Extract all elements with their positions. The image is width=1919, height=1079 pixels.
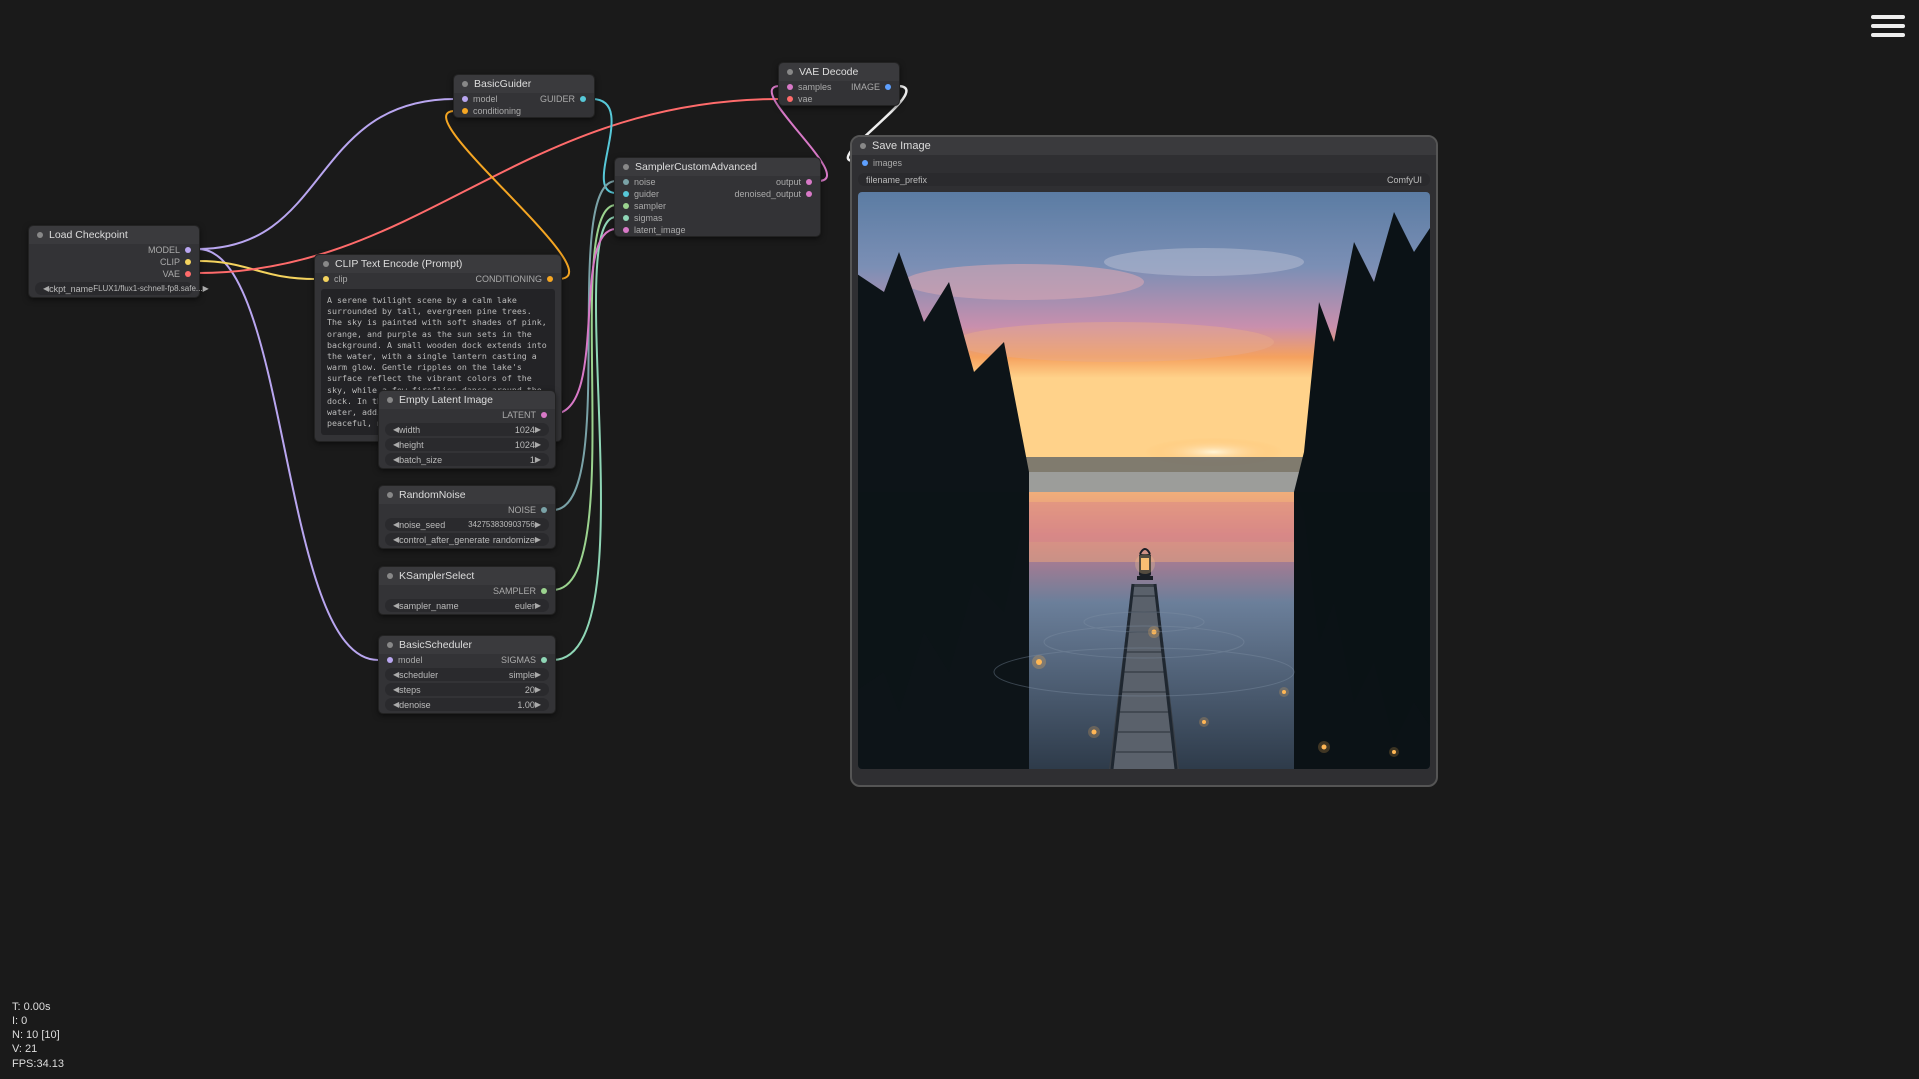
scheduler-widget[interactable]: ◀schedulersimple▶ — [385, 668, 549, 681]
node-title[interactable]: KSamplerSelect — [379, 567, 555, 585]
node-basic-guider[interactable]: BasicGuider model GUIDER conditioning — [453, 74, 595, 118]
width-widget[interactable]: ◀width1024▶ — [385, 423, 549, 436]
control-after-widget[interactable]: ◀control_after_generaterandomize▶ — [385, 533, 549, 546]
node-graph-canvas[interactable]: Load Checkpoint MODEL CLIP VAE ◀ ckpt_na… — [0, 0, 1919, 1079]
node-title[interactable]: VAE Decode — [779, 63, 899, 81]
height-widget[interactable]: ◀height1024▶ — [385, 438, 549, 451]
node-random-noise[interactable]: RandomNoise NOISE ◀noise_seed34275383090… — [378, 485, 556, 549]
steps-widget[interactable]: ◀steps20▶ — [385, 683, 549, 696]
seed-widget[interactable]: ◀noise_seed342753830903756▶ — [385, 518, 549, 531]
menu-icon[interactable] — [1871, 10, 1905, 42]
node-title[interactable]: Empty Latent Image — [379, 391, 555, 409]
output-image[interactable] — [858, 192, 1430, 769]
node-save-image[interactable]: Save Image images filename_prefix ComfyU… — [850, 135, 1438, 787]
node-ksampler-select[interactable]: KSamplerSelect SAMPLER ◀sampler_nameeule… — [378, 566, 556, 615]
node-sampler-custom-advanced[interactable]: SamplerCustomAdvanced noiseoutput guider… — [614, 157, 821, 237]
node-title[interactable]: BasicGuider — [454, 75, 594, 93]
node-title[interactable]: RandomNoise — [379, 486, 555, 504]
batch-widget[interactable]: ◀batch_size1▶ — [385, 453, 549, 466]
node-title[interactable]: SamplerCustomAdvanced — [615, 158, 820, 176]
status-overlay: T: 0.00s I: 0 N: 10 [10] V: 21 FPS:34.13 — [12, 1000, 64, 1071]
node-empty-latent[interactable]: Empty Latent Image LATENT ◀width1024▶ ◀h… — [378, 390, 556, 469]
node-title[interactable]: CLIP Text Encode (Prompt) — [315, 255, 561, 273]
filename-prefix-input[interactable]: filename_prefix ComfyUI — [858, 173, 1430, 186]
chevron-right-icon[interactable]: ▶ — [203, 284, 209, 293]
node-title[interactable]: Save Image — [852, 137, 1436, 155]
node-load-checkpoint[interactable]: Load Checkpoint MODEL CLIP VAE ◀ ckpt_na… — [28, 225, 200, 298]
node-basic-scheduler[interactable]: BasicScheduler modelSIGMAS ◀schedulersim… — [378, 635, 556, 714]
sampler-name-widget[interactable]: ◀sampler_nameeuler▶ — [385, 599, 549, 612]
denoise-widget[interactable]: ◀denoise1.00▶ — [385, 698, 549, 711]
ckpt-name-selector[interactable]: ◀ ckpt_name FLUX1/flux1-schnell-fp8.safe… — [35, 282, 193, 295]
node-vae-decode[interactable]: VAE Decode samplesIMAGE vae — [778, 62, 900, 106]
node-title[interactable]: Load Checkpoint — [29, 226, 199, 244]
node-title[interactable]: BasicScheduler — [379, 636, 555, 654]
